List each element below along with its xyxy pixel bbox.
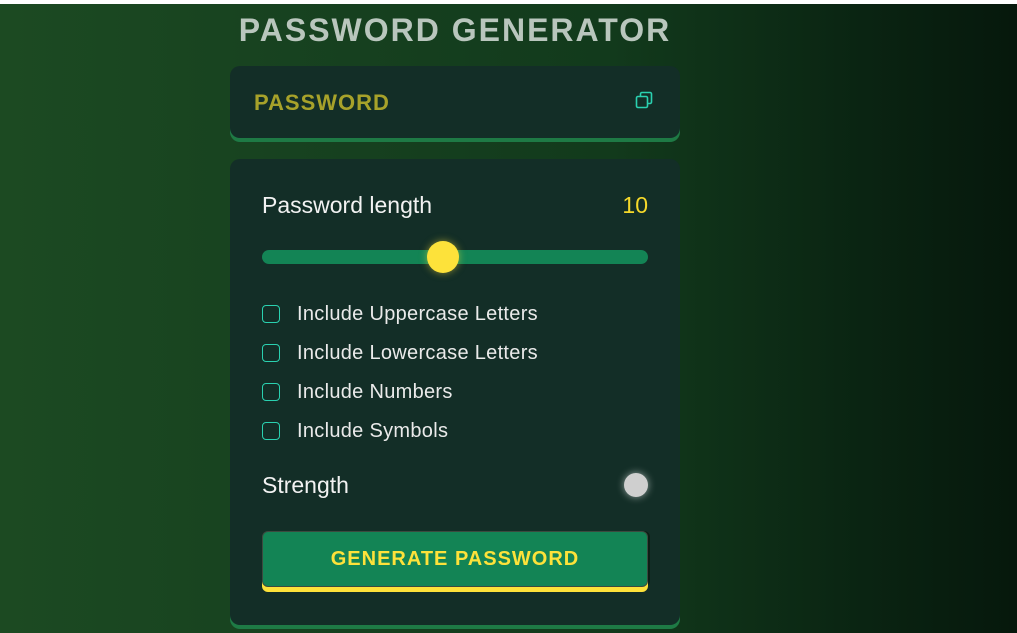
numbers-label: Include Numbers — [297, 381, 453, 403]
top-border — [0, 0, 1017, 4]
uppercase-label: Include Uppercase Letters — [297, 303, 538, 325]
symbols-label: Include Symbols — [297, 420, 449, 442]
length-slider-thumb[interactable] — [427, 241, 460, 273]
password-display-card: PASSWORD — [230, 66, 680, 138]
symbols-checkbox[interactable] — [262, 422, 280, 440]
option-numbers[interactable]: Include Numbers — [262, 381, 453, 403]
length-slider[interactable] — [262, 241, 648, 273]
lowercase-checkbox[interactable] — [262, 344, 280, 362]
password-output: PASSWORD — [254, 90, 390, 115]
generate-password-button[interactable]: GENERATE PASSWORD — [262, 531, 648, 587]
page-title: PASSWORD GENERATOR — [238, 12, 672, 48]
strength-label: Strength — [262, 472, 349, 498]
password-length-label: Password length — [262, 192, 433, 218]
option-symbols[interactable]: Include Symbols — [262, 420, 448, 442]
settings-panel: Password length 10 Include Uppercase Let… — [230, 159, 680, 625]
option-lowercase[interactable]: Include Lowercase Letters — [262, 342, 538, 364]
copy-icon[interactable] — [633, 90, 655, 112]
numbers-checkbox[interactable] — [262, 383, 280, 401]
option-uppercase[interactable]: Include Uppercase Letters — [262, 303, 538, 325]
password-length-value: 10 — [622, 192, 648, 218]
uppercase-checkbox[interactable] — [262, 305, 280, 323]
lowercase-label: Include Lowercase Letters — [297, 342, 538, 364]
strength-indicator — [624, 473, 648, 497]
